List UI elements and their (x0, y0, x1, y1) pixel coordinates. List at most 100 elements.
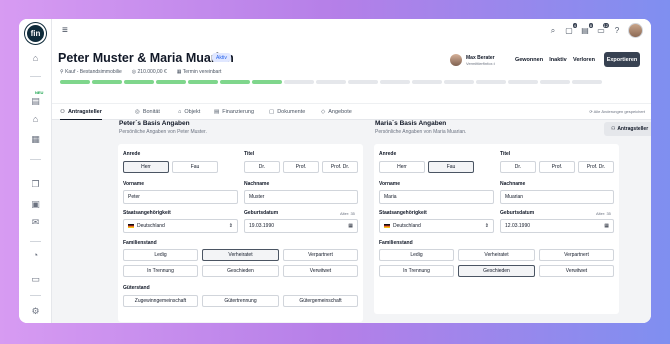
birthdate-field[interactable]: 19.03.1990 ▦ (244, 219, 358, 233)
tab-bar: ⚇ Antragsteller ◎ Bonität ⌂ Objekt ▤ Finanzi… (52, 103, 651, 120)
label-anrede: Anrede (123, 151, 141, 157)
familienstand-ledig[interactable]: Ledig (379, 249, 454, 261)
home-icon[interactable]: ⌂ (30, 53, 41, 64)
familienstand-verpartnert[interactable]: Verpartnert (539, 249, 614, 261)
titel-prof-dr[interactable]: Prof. Dr. (578, 161, 614, 173)
chat-icon[interactable]: ▭ 12 (596, 22, 609, 36)
label-nationality: Staatsangehörigkeit (379, 210, 427, 216)
applicant-panel: Peter´s Basis Angaben Persönliche Angabe… (118, 120, 363, 323)
nachname-field[interactable]: Muarian (500, 190, 614, 204)
titel-prof[interactable]: Prof. (283, 161, 319, 173)
gueterstand-guetertrennung[interactable]: Gütertrennung (202, 295, 279, 307)
nationality-select[interactable]: Deutschland ⇕ (123, 219, 238, 233)
tab-finanzierung[interactable]: ▤ Finanzierung (214, 104, 254, 120)
titel-dr[interactable]: Dr. (244, 161, 280, 173)
presentation-icon[interactable]: ▭ (30, 274, 41, 285)
meta-deal-type: ⚲ Kauf - Bestandsimmobilie (60, 69, 122, 75)
won-button[interactable]: Gewonnen (514, 52, 544, 67)
familienstand-ledig[interactable]: Ledig (123, 249, 198, 261)
familienstand-verpartnert[interactable]: Verpartnert (283, 249, 358, 261)
building-icon[interactable]: ▦ (30, 134, 41, 145)
add-applicant-button[interactable]: ⚇ Antragsteller (604, 122, 651, 136)
familienstand-verwitwet[interactable]: Verwitwet (283, 265, 358, 277)
inactive-button[interactable]: Inaktiv (546, 52, 570, 67)
progress-segment (316, 80, 346, 84)
inbox-badge: 4 (572, 22, 577, 28)
familienstand-verheiratet[interactable]: Verheiratet (202, 249, 279, 261)
lost-button[interactable]: Verloren (571, 52, 597, 67)
inbox-icon[interactable]: ▢ 4 (564, 22, 577, 36)
applicant-heading: Peter´s Basis Angaben (119, 120, 190, 127)
coin-icon: ◎ (135, 109, 140, 115)
more-options-icon[interactable]: ⋮ (635, 54, 643, 63)
label-gueterstand: Güterstand (123, 285, 150, 291)
progress-segment (284, 80, 314, 84)
mail-icon[interactable]: ✉ (30, 217, 41, 228)
advisor-name: Max Berater (466, 54, 495, 61)
tab-angebote[interactable]: ◇ Angebote (321, 104, 352, 120)
gueterstand-zugewinn[interactable]: Zugewinngemeinschaft (123, 295, 198, 307)
new-badge: NEU (35, 90, 44, 95)
titel-prof[interactable]: Prof. (539, 161, 575, 173)
label-vorname: Vorname (379, 181, 401, 187)
familienstand-in-trennung[interactable]: In Trennung (379, 265, 454, 277)
vorname-field[interactable]: Peter (123, 190, 238, 204)
progress-segment (156, 80, 186, 84)
birthdate-field[interactable]: 12.03.1990 ▦ (500, 219, 614, 233)
label-vorname: Vorname (123, 181, 145, 187)
tab-dokumente[interactable]: ▢ Dokumente (269, 104, 305, 120)
bank-icon[interactable]: ⌂ (30, 114, 41, 125)
anrede-herr[interactable]: Herr (123, 161, 169, 173)
documents-icon[interactable]: ❐ (30, 179, 41, 190)
menu-icon[interactable]: ≡ (62, 25, 68, 36)
gueterstand-guetergemeinschaft[interactable]: Gütergemeinschaft (283, 295, 358, 307)
familienstand-verwitwet[interactable]: Verwitwet (539, 265, 614, 277)
app-logo[interactable]: fin (25, 23, 46, 44)
saved-status: ⟳ Alle Änderungen gespeichert (589, 109, 645, 114)
tab-antragsteller[interactable]: ⚇ Antragsteller (60, 104, 102, 120)
add-user-icon: ⚇ (610, 126, 616, 132)
familienstand-geschieden[interactable]: Geschieden (202, 265, 279, 277)
vorname-field[interactable]: Maria (379, 190, 494, 204)
help-icon[interactable]: ? (612, 26, 622, 36)
progress-segment (348, 80, 378, 84)
anrede-frau[interactable]: Fau (428, 161, 474, 173)
progress-bar (60, 80, 602, 84)
topbar-icons: ⌕ ▢ 4 ▤ 8 ▭ 12 ? (548, 22, 643, 38)
titel-prof-dr[interactable]: Prof. Dr. (322, 161, 358, 173)
label-familienstand: Familienstand (123, 240, 157, 246)
user-avatar[interactable] (628, 23, 643, 38)
case-meta: ⚲ Kauf - Bestandsimmobilie ◎ 210.000,00 … (60, 69, 221, 75)
familienstand-geschieden[interactable]: Geschieden (458, 265, 535, 277)
rail-divider (30, 159, 41, 160)
offer-icon: ◇ (321, 109, 326, 115)
anrede-herr[interactable]: Herr (379, 161, 425, 173)
applicant-subheading: Persönliche Angaben von Peter Muster. (119, 129, 207, 135)
nachname-field[interactable]: Muster (244, 190, 358, 204)
progress-segment (188, 80, 218, 84)
label-nachname: Nachname (500, 181, 526, 187)
titel-dr[interactable]: Dr. (500, 161, 536, 173)
progress-segment (92, 80, 122, 84)
tab-objekt[interactable]: ⌂ Objekt (178, 104, 200, 120)
nationality-select[interactable]: Deutschland ⇕ (379, 219, 494, 233)
analytics-icon[interactable]: ◔ (30, 250, 41, 261)
familienstand-in-trennung[interactable]: In Trennung (123, 265, 198, 277)
age-hint: Alter: 35 (596, 211, 611, 216)
settings-icon[interactable]: ⚙ (30, 306, 41, 317)
search-icon[interactable]: ⌕ (548, 26, 558, 36)
calendar-icon[interactable]: ▣ (30, 199, 41, 210)
familienstand-verheiratet[interactable]: Verheiratet (458, 249, 535, 261)
meta-amount: ◎ 210.000,00 € (131, 69, 167, 75)
users-icon: ⚇ (60, 108, 65, 115)
advisor-card[interactable]: Max Berater Vermittlerfinfox.t (450, 54, 495, 66)
rail-divider (30, 241, 41, 242)
label-nationality: Staatsangehörigkeit (123, 210, 171, 216)
notes-icon[interactable]: ▤ 8 (580, 22, 593, 36)
advisor-avatar (450, 54, 462, 66)
kanban-icon[interactable]: ▤ (30, 96, 41, 107)
germany-flag-icon (384, 224, 390, 228)
tab-bonitaet[interactable]: ◎ Bonität (135, 104, 160, 120)
anrede-frau[interactable]: Fau (172, 161, 218, 173)
progress-segment (476, 80, 506, 84)
